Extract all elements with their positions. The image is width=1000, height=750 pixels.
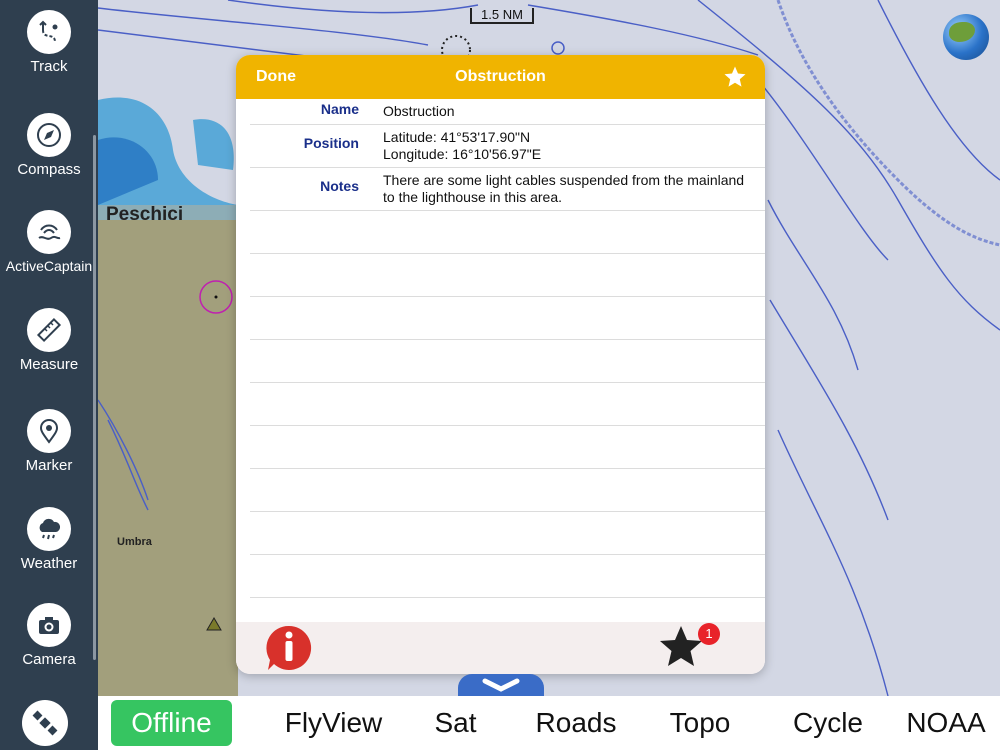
- position-key: Position: [303, 135, 359, 151]
- sidebar-item-label: Compass: [17, 161, 81, 178]
- favorite-star-icon[interactable]: [723, 65, 747, 89]
- map-pin-icon: [27, 409, 71, 453]
- sidebar-item-label: ActiveCaptain: [5, 258, 93, 274]
- table-row: [250, 340, 765, 383]
- map-scale: 1.5 NM: [470, 8, 534, 24]
- place-label-peschici: Peschici: [106, 204, 184, 225]
- sidebar-item-measure[interactable]: Measure: [0, 308, 98, 373]
- table-row: [250, 426, 765, 469]
- table-row: [250, 254, 765, 297]
- table-row: [250, 211, 765, 254]
- tab-noaa[interactable]: NOAA: [901, 700, 991, 746]
- notes-key: Notes: [320, 178, 359, 194]
- dialog-title: Obstruction: [455, 68, 546, 85]
- tab-offline[interactable]: Offline: [111, 700, 232, 746]
- favorites-badge: 1: [698, 623, 720, 645]
- dialog-header: Done Obstruction: [236, 55, 765, 99]
- satellite-icon[interactable]: [22, 700, 68, 746]
- table-row: [250, 383, 765, 426]
- name-key: Name: [320, 101, 359, 117]
- sidebar-item-compass[interactable]: Compass: [0, 113, 98, 178]
- table-row: [250, 297, 765, 340]
- tab-cycle[interactable]: Cycle: [788, 700, 868, 746]
- sidebar-item-label: Track: [30, 58, 68, 75]
- globe-icon[interactable]: [943, 14, 989, 60]
- sidebar-item-activecaptain[interactable]: ActiveCaptain: [0, 210, 98, 274]
- camera-icon: [27, 603, 71, 647]
- place-label-umbra: Umbra: [117, 536, 152, 548]
- tab-sat[interactable]: Sat: [428, 700, 483, 746]
- table-row: [250, 469, 765, 512]
- tab-roads[interactable]: Roads: [531, 700, 621, 746]
- sidebar-item-label: Marker: [25, 457, 73, 474]
- track-icon: [27, 10, 71, 54]
- sidebar-item-marker[interactable]: Marker: [0, 409, 98, 474]
- sidebar-item-label: Measure: [19, 356, 79, 373]
- tab-flyview[interactable]: FlyView: [276, 700, 391, 746]
- sidebar-item-label: Weather: [20, 555, 78, 572]
- latitude-value: Latitude: 41°53'17.90"N: [383, 129, 531, 145]
- ruler-icon: [27, 308, 71, 352]
- rain-cloud-icon: [27, 507, 71, 551]
- dialog-footer: 1: [236, 622, 765, 674]
- table-row-position: Position Latitude: 41°53'17.90"N Longitu…: [250, 125, 765, 168]
- obstruction-dialog: Done Obstruction Name Obstruction Positi…: [236, 55, 765, 674]
- name-value: Obstruction: [383, 103, 455, 119]
- done-button[interactable]: Done: [256, 68, 296, 86]
- sidebar: Track Compass ActiveCaptain Measure Mark…: [0, 0, 98, 750]
- tab-topo[interactable]: Topo: [664, 700, 736, 746]
- detail-table: Name Obstruction Position Latitude: 41°5…: [250, 99, 765, 598]
- sidebar-item-track[interactable]: Track: [0, 10, 98, 75]
- chevron-down-icon: [482, 678, 520, 692]
- notes-value: There are some light cables suspended fr…: [383, 172, 745, 205]
- sidebar-item-camera[interactable]: Camera: [0, 603, 98, 668]
- table-row-name: Name Obstruction: [250, 99, 765, 125]
- table-row: [250, 512, 765, 555]
- compass-icon: [27, 113, 71, 157]
- collapse-panel-button[interactable]: [458, 674, 544, 698]
- map-layer-tabs: Offline FlyView Sat Roads Topo Cycle NOA…: [98, 696, 1000, 750]
- sidebar-item-label: Camera: [22, 651, 76, 668]
- table-row-notes: Notes There are some light cables suspen…: [250, 168, 765, 211]
- activecaptain-icon: [27, 210, 71, 254]
- info-icon[interactable]: [264, 624, 314, 672]
- table-row: [250, 555, 765, 598]
- sidebar-item-weather[interactable]: Weather: [0, 507, 98, 572]
- longitude-value: Longitude: 16°10'56.97"E: [383, 146, 542, 162]
